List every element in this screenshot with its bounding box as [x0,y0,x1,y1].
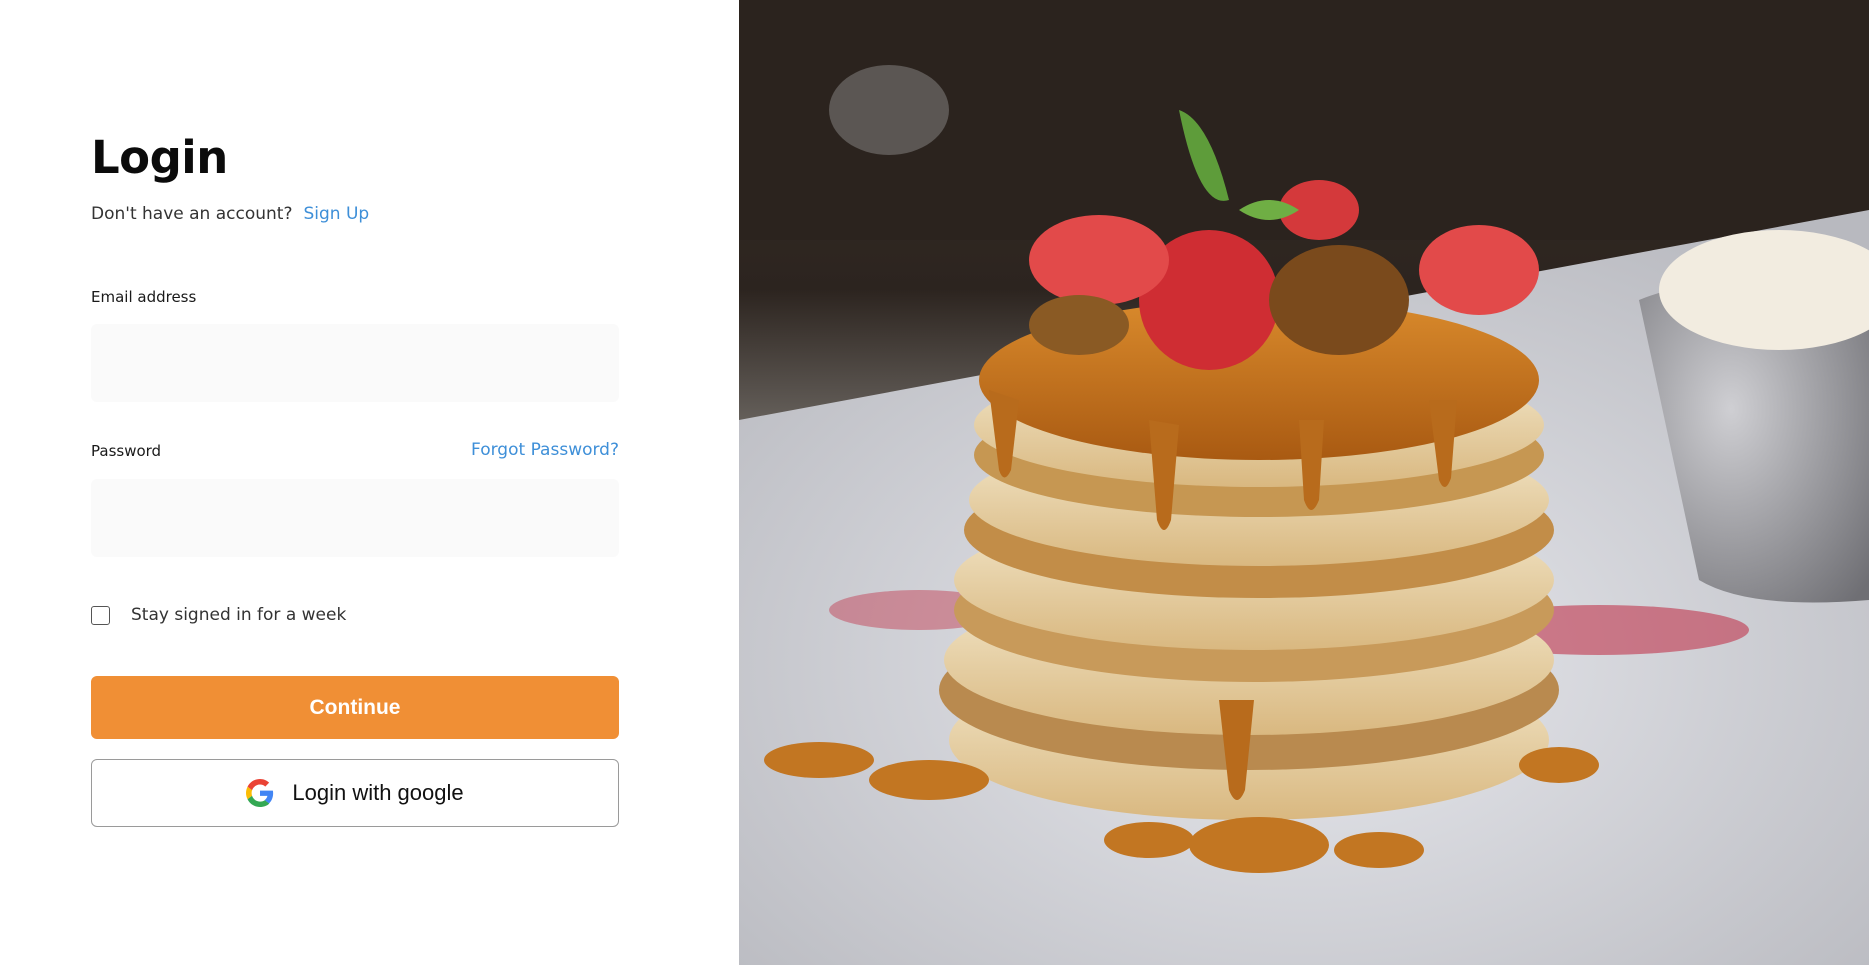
google-login-button[interactable]: Login with google [91,759,619,827]
no-account-text: Don't have an account? [91,204,293,224]
login-panel: Login Don't have an account? Sign Up Ema… [0,0,739,965]
stay-signed-in-label: Stay signed in for a week [131,605,347,625]
login-page: Login Don't have an account? Sign Up Ema… [0,0,1869,965]
google-g-icon [246,779,274,807]
email-field[interactable] [91,324,619,402]
hero-image [739,0,1869,965]
signup-prompt: Don't have an account? Sign Up [91,204,619,224]
forgot-password-link[interactable]: Forgot Password? [471,440,619,460]
email-label: Email address [91,288,197,306]
continue-button[interactable]: Continue [91,676,619,739]
stay-signed-in: Stay signed in for a week [91,605,346,625]
page-title: Login [91,131,228,184]
signup-link[interactable]: Sign Up [303,204,369,224]
login-form: Login Don't have an account? Sign Up Ema… [91,130,619,827]
password-label: Password [91,442,162,460]
continue-button-label: Continue [309,695,401,719]
stay-signed-in-checkbox[interactable] [91,605,110,625]
pancake-photo [739,0,1869,965]
google-login-label: Login with google [292,780,464,805]
password-field[interactable] [91,479,619,557]
